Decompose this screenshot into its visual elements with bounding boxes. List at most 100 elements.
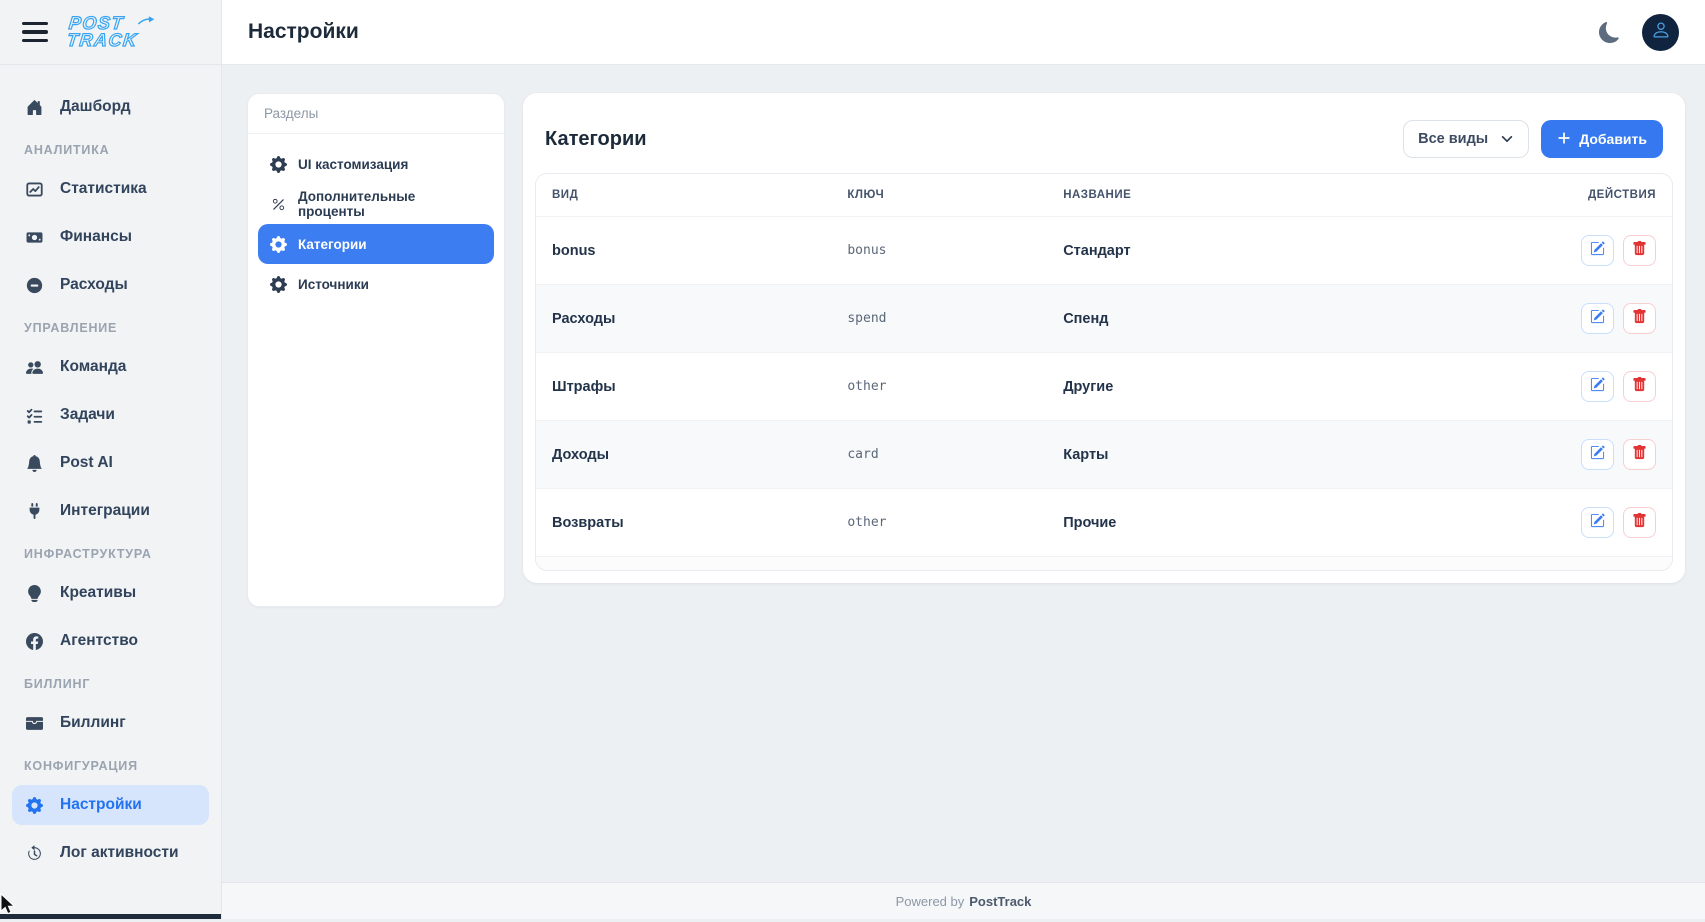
sidebar-item-post-ai[interactable]: Post AI bbox=[12, 443, 209, 483]
sidebar-brand-row: POST TRACK bbox=[0, 0, 221, 65]
page-title: Настройки bbox=[248, 20, 359, 44]
delete-row-button[interactable] bbox=[1623, 303, 1656, 334]
chevron-down-icon bbox=[1500, 132, 1514, 146]
sidebar-nav: Дашборд АНАЛИТИКА Статистика Финансы Рас… bbox=[0, 65, 221, 919]
categories-card-header: Категории Все виды Добавить bbox=[535, 105, 1673, 173]
edit-row-button[interactable] bbox=[1581, 439, 1614, 470]
minus-circle-icon bbox=[24, 277, 45, 294]
section-item-sources[interactable]: Источники bbox=[258, 264, 494, 304]
edit-row-button[interactable] bbox=[1581, 371, 1614, 402]
cell-key: spend bbox=[831, 285, 1047, 353]
percent-icon bbox=[270, 197, 287, 212]
sidebar-item-expenses[interactable]: Расходы bbox=[12, 265, 209, 305]
content-area: Разделы UI кастомизация Дополнительные п… bbox=[222, 65, 1705, 882]
sidebar-item-label: Интеграции bbox=[60, 502, 150, 520]
cell-vid: Возвраты bbox=[536, 489, 831, 557]
sidebar-item-creatives[interactable]: Креативы bbox=[12, 573, 209, 613]
edit-row-button[interactable] bbox=[1581, 235, 1614, 266]
cell-key: bonus bbox=[831, 217, 1047, 285]
section-item-ui-customization[interactable]: UI кастомизация bbox=[258, 144, 494, 184]
logo-arrow-icon bbox=[137, 12, 156, 29]
cell-name: Стандарт bbox=[1047, 217, 1445, 285]
table-row: Штрафы other Другие bbox=[536, 353, 1672, 421]
kind-filter-value: Все виды bbox=[1418, 131, 1488, 147]
delete-row-button[interactable] bbox=[1623, 371, 1656, 402]
wallet-icon bbox=[24, 715, 45, 732]
facebook-icon bbox=[24, 633, 45, 650]
sidebar-section-infrastructure: ИНФРАСТРУКТУРА bbox=[24, 547, 197, 561]
sidebar-item-statistics[interactable]: Статистика bbox=[12, 169, 209, 209]
sidebar-item-label: Финансы bbox=[60, 228, 132, 246]
delete-row-button[interactable] bbox=[1623, 235, 1656, 266]
cell-vid: Расходы bbox=[536, 285, 831, 353]
cell-name: Спенд bbox=[1047, 285, 1445, 353]
sidebar-item-label: Задачи bbox=[60, 406, 115, 424]
sections-panel-title: Разделы bbox=[248, 94, 504, 134]
section-item-categories[interactable]: Категории bbox=[258, 224, 494, 264]
table-row: Доходы card Карты bbox=[536, 421, 1672, 489]
avatar[interactable] bbox=[1642, 14, 1679, 51]
trash-icon bbox=[1632, 309, 1647, 328]
cell-key: other bbox=[831, 489, 1047, 557]
sidebar-item-activity-log[interactable]: Лог активности bbox=[12, 833, 209, 873]
bell-icon bbox=[24, 455, 45, 472]
cell-name: Другие bbox=[1047, 353, 1445, 421]
column-header-key: КЛЮЧ bbox=[831, 174, 1047, 217]
sidebar-item-integrations[interactable]: Интеграции bbox=[12, 491, 209, 531]
sidebar-item-tasks[interactable]: Задачи bbox=[12, 395, 209, 435]
sidebar-item-label: Настройки bbox=[60, 796, 142, 814]
sidebar-item-label: Расходы bbox=[60, 276, 128, 294]
main-column: Настройки Разделы UI кастомизация Дополн… bbox=[222, 0, 1705, 919]
money-icon bbox=[24, 229, 45, 246]
trash-icon bbox=[1632, 445, 1647, 464]
plus-icon bbox=[1557, 131, 1571, 148]
delete-row-button[interactable] bbox=[1623, 507, 1656, 538]
hamburger-menu-icon[interactable] bbox=[22, 22, 48, 43]
edit-icon bbox=[1590, 241, 1605, 260]
moon-icon[interactable] bbox=[1599, 22, 1620, 43]
sidebar-item-label: Команда bbox=[60, 358, 126, 376]
sidebar-section-configuration: КОНФИГУРАЦИЯ bbox=[24, 759, 197, 773]
posttrack-logo[interactable]: POST TRACK bbox=[66, 15, 140, 49]
categories-actions: Все виды Добавить bbox=[1403, 120, 1663, 158]
sidebar-section-billing: БИЛЛИНГ bbox=[24, 677, 197, 691]
cell-vid: Штрафы bbox=[536, 353, 831, 421]
table-row: Расходы spend Спенд bbox=[536, 285, 1672, 353]
logo-line2: TRACK bbox=[66, 32, 138, 49]
edit-icon bbox=[1590, 445, 1605, 464]
sidebar-section-management: УПРАВЛЕНИЕ bbox=[24, 321, 197, 335]
sidebar-item-team[interactable]: Команда bbox=[12, 347, 209, 387]
edit-row-button[interactable] bbox=[1581, 303, 1614, 334]
add-category-button[interactable]: Добавить bbox=[1541, 120, 1663, 158]
table-footer-strip bbox=[536, 556, 1672, 570]
sidebar-item-label: Лог активности bbox=[60, 844, 179, 862]
gear-icon bbox=[270, 236, 287, 253]
categories-title: Категории bbox=[545, 128, 647, 151]
section-item-additional-percents[interactable]: Дополнительные проценты bbox=[258, 184, 494, 224]
sidebar-item-finances[interactable]: Финансы bbox=[12, 217, 209, 257]
edit-icon bbox=[1590, 377, 1605, 396]
gear-icon bbox=[270, 156, 287, 173]
section-item-label: Категории bbox=[298, 237, 367, 252]
sidebar-item-label: Биллинг bbox=[60, 714, 126, 732]
footer: Powered by PostTrack bbox=[222, 882, 1705, 919]
powered-by-text: Powered by bbox=[896, 894, 965, 909]
edit-row-button[interactable] bbox=[1581, 507, 1614, 538]
sidebar-item-agency[interactable]: Агентство bbox=[12, 621, 209, 661]
column-header-actions: ДЕЙСТВИЯ bbox=[1445, 174, 1672, 217]
table-header-row: ВИД КЛЮЧ НАЗВАНИЕ ДЕЙСТВИЯ bbox=[536, 174, 1672, 217]
add-button-label: Добавить bbox=[1579, 131, 1647, 147]
section-item-label: UI кастомизация bbox=[298, 157, 408, 172]
section-item-label: Источники bbox=[298, 277, 369, 292]
sidebar: POST TRACK Дашборд АНАЛИТИКА Статистика … bbox=[0, 0, 222, 919]
cell-vid: bonus bbox=[536, 217, 831, 285]
sidebar-section-analytics: АНАЛИТИКА bbox=[24, 143, 197, 157]
gear-icon bbox=[270, 276, 287, 293]
sidebar-item-dashboard[interactable]: Дашборд bbox=[12, 87, 209, 127]
delete-row-button[interactable] bbox=[1623, 439, 1656, 470]
tasks-icon bbox=[24, 407, 45, 424]
sidebar-item-billing[interactable]: Биллинг bbox=[12, 703, 209, 743]
categories-card: Категории Все виды Добавить bbox=[523, 93, 1685, 583]
kind-filter-select[interactable]: Все виды bbox=[1403, 120, 1529, 158]
sidebar-item-settings[interactable]: Настройки bbox=[12, 785, 209, 825]
